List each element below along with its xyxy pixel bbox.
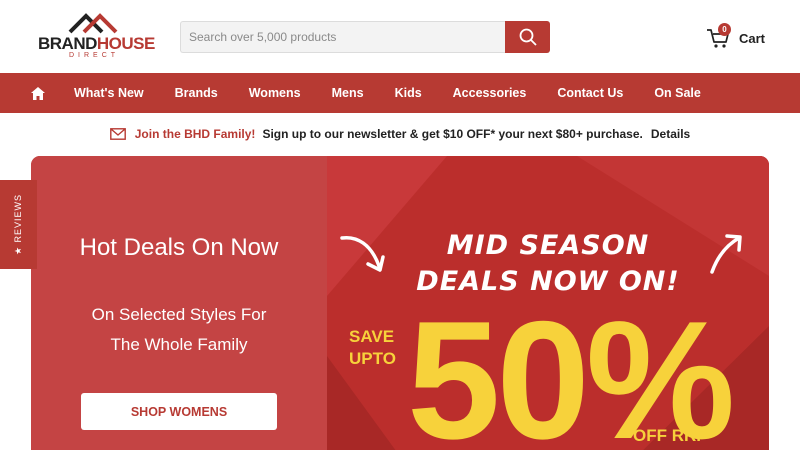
off-rrp-label: OFF RRP xyxy=(633,426,708,445)
search-button[interactable] xyxy=(505,21,550,53)
banner-line-1: MID SEASON xyxy=(446,230,650,261)
sale-graphic[interactable]: MID SEASON DEALS NOW ON! SAVE UPTO 50% O… xyxy=(327,156,769,450)
hero-subtitle-line-1: On Selected Styles For xyxy=(91,305,267,324)
mail-icon xyxy=(109,128,126,140)
nav-item-on-sale[interactable]: On Sale xyxy=(654,86,701,100)
reviews-side-tab[interactable]: ★ REVIEWS xyxy=(0,180,37,269)
brand-logo[interactable]: BRANDHOUSE DIRECT xyxy=(38,12,155,62)
cart-count-badge: 0 xyxy=(718,23,731,36)
home-icon xyxy=(31,86,45,100)
cart-link[interactable]: 0 Cart xyxy=(706,23,766,52)
site-header: BRANDHOUSE DIRECT 0 Cart xyxy=(0,0,800,73)
nav-item-mens[interactable]: Mens xyxy=(332,86,364,100)
reviews-label: ★ REVIEWS xyxy=(13,193,24,256)
nav-item-whats-new[interactable]: What's New xyxy=(74,86,144,100)
brand-tagline: DIRECT xyxy=(68,52,120,59)
promo-details-link[interactable]: Details xyxy=(651,127,690,141)
join-family-link[interactable]: Join the BHD Family! xyxy=(135,127,256,141)
shop-womens-button[interactable]: SHOP WOMENS xyxy=(81,393,277,430)
search-icon xyxy=(519,28,537,46)
hero-banner: Hot Deals On Now On Selected Styles For … xyxy=(31,156,769,450)
hero-subtitle: On Selected Styles For The Whole Family xyxy=(31,300,327,360)
nav-item-kids[interactable]: Kids xyxy=(395,86,422,100)
save-label: SAVE xyxy=(349,327,395,346)
main-nav: What's New Brands Womens Mens Kids Acces… xyxy=(0,73,800,113)
hero-subtitle-line-2: The Whole Family xyxy=(110,335,248,354)
nav-item-accessories[interactable]: Accessories xyxy=(453,86,527,100)
hero-title: Hot Deals On Now xyxy=(79,234,279,261)
promo-text: Sign up to our newsletter & get $10 OFF*… xyxy=(262,127,643,141)
newsletter-promo-bar: Join the BHD Family! Sign up to our news… xyxy=(0,113,800,155)
search-bar xyxy=(180,21,550,53)
nav-item-brands[interactable]: Brands xyxy=(175,86,218,100)
house-roof-icon xyxy=(68,13,118,34)
cart-label: Cart xyxy=(739,30,766,46)
brand-name: BRANDHOUSE xyxy=(38,34,155,53)
hero-text-panel: Hot Deals On Now On Selected Styles For … xyxy=(31,156,327,450)
search-input[interactable] xyxy=(180,21,506,53)
page: BRANDHOUSE DIRECT 0 Cart xyxy=(0,0,800,450)
upto-label: UPTO xyxy=(349,349,396,368)
nav-item-contact-us[interactable]: Contact Us xyxy=(557,86,623,100)
nav-home-link[interactable] xyxy=(30,85,46,101)
nav-item-womens[interactable]: Womens xyxy=(249,86,301,100)
